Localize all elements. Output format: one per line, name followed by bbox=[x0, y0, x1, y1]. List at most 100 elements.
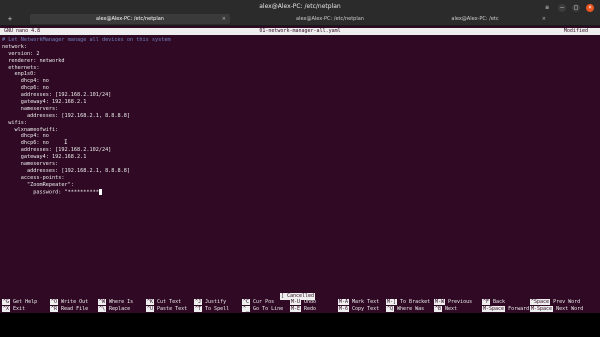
shortcut-label: Cut Text bbox=[157, 299, 182, 305]
code-line[interactable]: access-points: bbox=[2, 175, 598, 182]
minimize-icon[interactable]: – bbox=[558, 4, 566, 12]
line-text: gateway4: 192.168.2.1 bbox=[2, 154, 87, 161]
code-line[interactable]: password: "********** bbox=[2, 188, 598, 196]
shortcut-label: Exit bbox=[13, 306, 26, 312]
shortcut-item[interactable]: ^_ Go To Line bbox=[242, 306, 283, 313]
shortcut-key: ^C bbox=[242, 299, 251, 305]
code-line[interactable]: version: 2 bbox=[2, 51, 598, 58]
shortcut-key: M-U bbox=[290, 299, 302, 305]
shortcut-key: ^Space bbox=[530, 299, 551, 305]
shortcut-label: Go To Line bbox=[253, 306, 284, 312]
shortcut-item[interactable]: M-Space Next Word bbox=[530, 306, 583, 313]
code-line[interactable]: ethernets: bbox=[2, 65, 598, 72]
code-line[interactable]: addresses: [192.168.2.1, 8.8.8.8] bbox=[2, 168, 598, 175]
code-line[interactable]: dhcp4: no bbox=[2, 133, 598, 140]
shortcut-key: ^G bbox=[2, 299, 11, 305]
shortcut-item[interactable]: ^W Where Is bbox=[98, 299, 133, 306]
line-text: network: bbox=[2, 43, 27, 50]
shortcut-item[interactable]: ^U Paste Text bbox=[146, 306, 187, 313]
shortcut-label: Cur Pos bbox=[253, 299, 275, 305]
nano-editor[interactable]: # Let NetworkManager manage all devices … bbox=[2, 37, 598, 195]
shortcut-item[interactable]: ^Q Where Was bbox=[386, 306, 424, 313]
nano-shortcut-bar: ^G Get Help ^X Exit ^O Write Out ^R Read File ^W… bbox=[0, 299, 600, 313]
shortcut-label: Next bbox=[445, 306, 458, 312]
tab-etc[interactable]: alex@Alex-PC: /etc × bbox=[400, 14, 550, 24]
shortcut-item[interactable]: M-] To Bracket bbox=[386, 299, 430, 306]
shortcut-item[interactable]: ^\ Replace bbox=[98, 306, 130, 313]
code-line[interactable]: dhcp4: no bbox=[2, 78, 598, 85]
shortcut-key: ^K bbox=[146, 299, 155, 305]
shortcut-item[interactable]: M-E Redo bbox=[290, 306, 316, 313]
code-line[interactable]: renderer: networkd bbox=[2, 58, 598, 65]
shortcut-label: Redo bbox=[304, 306, 317, 312]
code-line[interactable]: wifis: bbox=[2, 120, 598, 127]
line-text: wifis: bbox=[2, 119, 27, 126]
shortcut-label: To Bracket bbox=[400, 299, 431, 305]
shortcut-label: Justify bbox=[205, 299, 227, 305]
shortcut-item[interactable]: ^O Write Out bbox=[50, 299, 88, 306]
code-line[interactable]: gateway4: 192.168.2.1 bbox=[2, 154, 598, 161]
comment-line[interactable]: # Let NetworkManager manage all devices … bbox=[2, 37, 598, 44]
shortcut-label: Previous bbox=[448, 299, 473, 305]
shortcut-item[interactable]: M-W Previous bbox=[434, 299, 472, 306]
code-line[interactable]: wlxnameofwifi: bbox=[2, 127, 598, 134]
shortcut-item[interactable]: ^J Justify bbox=[194, 299, 226, 306]
line-text: ethernets: bbox=[2, 64, 40, 71]
shortcut-key: ^W bbox=[98, 299, 107, 305]
shortcut-item[interactable]: ^B Next bbox=[434, 306, 457, 313]
shortcut-item[interactable]: ^T To Spell bbox=[194, 306, 229, 313]
maximize-icon[interactable]: □ bbox=[572, 4, 580, 12]
shortcut-key: ^X bbox=[2, 306, 11, 312]
shortcut-key: ^J bbox=[194, 299, 203, 305]
code-line[interactable]: gateway4: 192.168.2.1 bbox=[2, 99, 598, 106]
shortcut-key: ^R bbox=[50, 306, 59, 312]
new-tab-button[interactable]: + bbox=[4, 14, 16, 24]
code-line[interactable]: addresses: [192.168.2.1, 8.8.8.8] bbox=[2, 113, 598, 120]
code-line[interactable]: nameservers: bbox=[2, 106, 598, 113]
shortcut-key: ^Q bbox=[386, 306, 395, 312]
shortcut-item[interactable]: ^K Cut Text bbox=[146, 299, 181, 306]
close-tab-icon[interactable]: × bbox=[222, 14, 226, 24]
shortcut-item[interactable]: ^X Exit bbox=[2, 306, 25, 313]
close-window-icon[interactable]: × bbox=[586, 4, 594, 12]
shortcut-label: Mark Text bbox=[352, 299, 380, 305]
shortcut-item[interactable]: ^C Cur Pos bbox=[242, 299, 274, 306]
code-line[interactable]: addresses: [192.168.2.101/24] bbox=[2, 92, 598, 99]
shortcut-item[interactable]: ^R Read File bbox=[50, 306, 88, 313]
menu-icon[interactable]: ≡ bbox=[542, 4, 552, 12]
line-text: enp1s0: bbox=[2, 71, 37, 78]
line-text: addresses: [192.168.2.101/24] bbox=[2, 92, 112, 99]
line-text: dhcp6: no bbox=[2, 140, 49, 147]
close-tab-icon[interactable]: × bbox=[542, 14, 546, 24]
code-line[interactable]: enp1s0: bbox=[2, 71, 598, 78]
text-cursor-icon: I bbox=[64, 139, 68, 146]
line-text: dhcp6: no bbox=[2, 85, 49, 92]
shortcut-item[interactable]: M-A Mark Text bbox=[338, 299, 379, 306]
shortcut-item[interactable]: M-6 Copy Text bbox=[338, 306, 379, 313]
shortcut-item[interactable]: ^Space Prev Word bbox=[530, 299, 580, 306]
code-line[interactable]: addresses: [192.168.2.102/24] bbox=[2, 147, 598, 154]
code-line[interactable]: network: bbox=[2, 44, 598, 51]
shortcut-label: Where Is bbox=[109, 299, 134, 305]
shortcut-label: Copy Text bbox=[352, 306, 380, 312]
code-line[interactable]: dhcp6: no bbox=[2, 140, 598, 147]
tab-netplan-1[interactable]: alex@Alex-PC: /etc/netplan × bbox=[30, 14, 230, 24]
shortcut-item[interactable]: ^G Get Help bbox=[2, 299, 37, 306]
tab-label: alex@Alex-PC: /etc bbox=[451, 16, 499, 22]
line-text: gateway4: 192.168.2.1 bbox=[2, 99, 87, 106]
code-line[interactable]: nameservers: bbox=[2, 161, 598, 168]
tab-label: alex@Alex-PC: /etc/netplan bbox=[296, 16, 364, 22]
screen: alex@Alex-PC: /etc/netplan + alex@Alex-P… bbox=[0, 0, 600, 337]
shortcut-item[interactable]: M-U Undo bbox=[290, 299, 316, 306]
line-text: "ZoomRepeater": bbox=[2, 181, 74, 188]
shortcut-item[interactable]: ^F Back bbox=[482, 299, 505, 306]
shortcut-key: M-Space bbox=[482, 306, 506, 312]
shortcut-item[interactable]: M-Space Forward bbox=[482, 306, 529, 313]
code-line[interactable]: "ZoomRepeater": bbox=[2, 182, 598, 189]
line-text: # Let NetworkManager manage all devices … bbox=[2, 37, 171, 43]
code-line[interactable]: dhcp6: no bbox=[2, 85, 598, 92]
terminal-area[interactable]: GNU nano 4.8 01-network-manager-all.yaml… bbox=[0, 26, 600, 313]
line-text: nameservers: bbox=[2, 161, 59, 168]
shortcut-key: ^_ bbox=[242, 306, 251, 312]
nano-filename: 01-network-manager-all.yaml bbox=[259, 28, 341, 34]
